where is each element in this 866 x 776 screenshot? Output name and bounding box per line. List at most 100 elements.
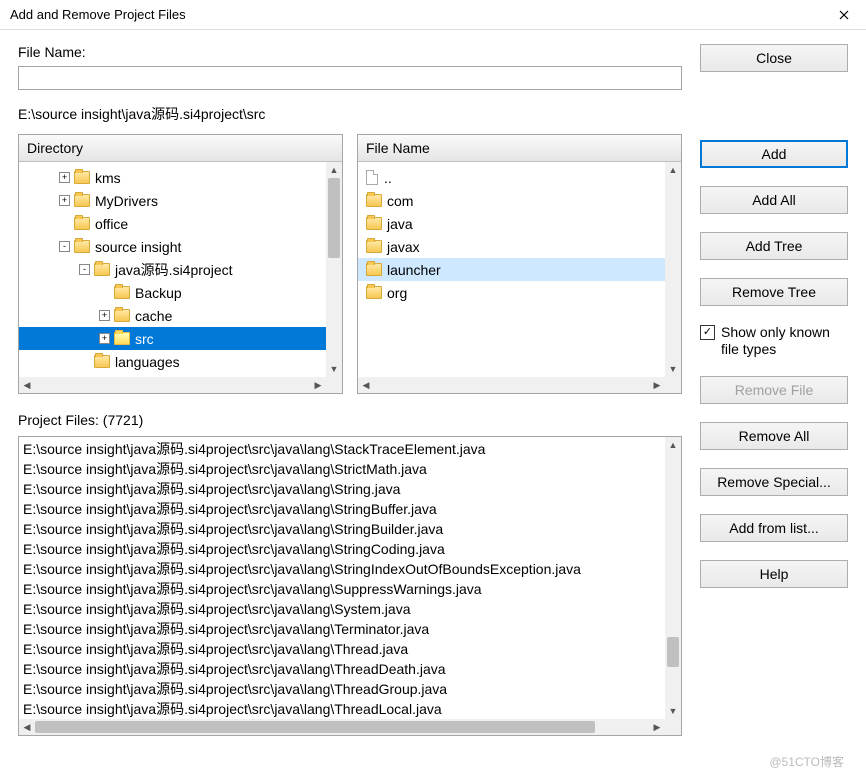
filename-label: File Name:	[18, 44, 682, 60]
project-file-row[interactable]: E:\source insight\java源码.si4project\src\…	[23, 679, 677, 699]
expand-icon[interactable]: +	[59, 195, 70, 206]
close-button[interactable]: Close	[700, 44, 848, 72]
add-all-button[interactable]: Add All	[700, 186, 848, 214]
tree-item[interactable]: Backup	[19, 281, 342, 304]
folder-icon	[366, 194, 382, 207]
scroll-down-icon[interactable]: ▼	[665, 361, 681, 377]
tree-item[interactable]: office	[19, 212, 342, 235]
close-icon[interactable]	[821, 0, 866, 30]
list-item[interactable]: java	[358, 212, 681, 235]
help-button[interactable]: Help	[700, 560, 848, 588]
remove-file-button[interactable]: Remove File	[700, 376, 848, 404]
list-item[interactable]: launcher	[358, 258, 681, 281]
checkbox-label: Show only known file types	[721, 324, 848, 358]
scrollbar-vertical[interactable]: ▲ ▼	[326, 162, 342, 377]
folder-icon	[74, 194, 90, 207]
scroll-left-icon[interactable]: ◀	[19, 377, 35, 393]
project-file-row[interactable]: E:\source insight\java源码.si4project\src\…	[23, 519, 677, 539]
scroll-right-icon[interactable]: ▶	[649, 377, 665, 393]
list-item-label: java	[387, 213, 413, 235]
directory-pane: Directory +kms+MyDriversoffice-source in…	[18, 134, 343, 394]
folder-icon	[114, 286, 130, 299]
tree-item[interactable]: +src	[19, 327, 342, 350]
window-title: Add and Remove Project Files	[10, 7, 186, 22]
project-file-row[interactable]: E:\source insight\java源码.si4project\src\…	[23, 659, 677, 679]
current-path: E:\source insight\java源码.si4project\src	[18, 104, 682, 124]
list-item[interactable]: com	[358, 189, 681, 212]
project-file-row[interactable]: E:\source insight\java源码.si4project\src\…	[23, 639, 677, 659]
scroll-thumb[interactable]	[35, 721, 595, 733]
expand-icon[interactable]: +	[59, 172, 70, 183]
add-tree-button[interactable]: Add Tree	[700, 232, 848, 260]
list-item[interactable]: ..	[358, 166, 681, 189]
scroll-up-icon[interactable]: ▲	[665, 437, 681, 453]
scroll-down-icon[interactable]: ▼	[665, 703, 681, 719]
collapse-icon[interactable]: -	[59, 241, 70, 252]
tree-item[interactable]: + MyDrivers	[19, 189, 342, 212]
scroll-corner	[326, 377, 342, 393]
project-file-row[interactable]: E:\source insight\java源码.si4project\src\…	[23, 479, 677, 499]
show-only-known-checkbox[interactable]: ✓ Show only known file types	[700, 324, 848, 358]
collapse-icon[interactable]: -	[79, 264, 90, 275]
scrollbar-horizontal[interactable]: ◀ ▶	[19, 377, 326, 393]
tree-item[interactable]: - source insight	[19, 235, 342, 258]
remove-special-button[interactable]: Remove Special...	[700, 468, 848, 496]
scroll-thumb[interactable]	[328, 178, 340, 258]
folder-icon	[74, 240, 90, 253]
scrollbar-vertical[interactable]: ▲ ▼	[665, 162, 681, 377]
tree-item-label: cache	[135, 305, 172, 327]
scroll-right-icon[interactable]: ▶	[310, 377, 326, 393]
tree-item-label: MyDrivers	[95, 190, 158, 212]
list-item-label: launcher	[387, 259, 441, 281]
expand-icon[interactable]: +	[99, 310, 110, 321]
add-button[interactable]: Add	[700, 140, 848, 168]
project-file-row[interactable]: E:\source insight\java源码.si4project\src\…	[23, 619, 677, 639]
folder-icon	[114, 332, 130, 345]
scroll-thumb[interactable]	[667, 637, 679, 667]
folder-icon	[94, 263, 110, 276]
folder-icon	[366, 286, 382, 299]
project-file-row[interactable]: E:\source insight\java源码.si4project\src\…	[23, 439, 677, 459]
remove-tree-button[interactable]: Remove Tree	[700, 278, 848, 306]
folder-icon	[74, 217, 90, 230]
folder-icon	[366, 240, 382, 253]
remove-all-button[interactable]: Remove All	[700, 422, 848, 450]
expand-icon[interactable]: +	[99, 333, 110, 344]
list-item-label: javax	[387, 236, 420, 258]
folder-icon	[94, 355, 110, 368]
watermark: @51CTO博客	[769, 753, 844, 770]
project-files-box: E:\source insight\java源码.si4project\src\…	[18, 436, 682, 736]
filename-input[interactable]	[18, 66, 682, 90]
project-file-row[interactable]: E:\source insight\java源码.si4project\src\…	[23, 559, 677, 579]
project-file-row[interactable]: E:\source insight\java源码.si4project\src\…	[23, 539, 677, 559]
project-file-row[interactable]: E:\source insight\java源码.si4project\src\…	[23, 699, 677, 719]
project-file-row[interactable]: E:\source insight\java源码.si4project\src\…	[23, 459, 677, 479]
list-item-label: com	[387, 190, 413, 212]
tree-item[interactable]: languages	[19, 350, 342, 373]
list-item-label: ..	[384, 167, 392, 189]
add-from-list-button[interactable]: Add from list...	[700, 514, 848, 542]
project-file-row[interactable]: E:\source insight\java源码.si4project\src\…	[23, 599, 677, 619]
folder-icon	[74, 171, 90, 184]
scroll-up-icon[interactable]: ▲	[326, 162, 342, 178]
tree-item-label: Backup	[135, 282, 182, 304]
project-file-row[interactable]: E:\source insight\java源码.si4project\src\…	[23, 579, 677, 599]
scrollbar-horizontal[interactable]: ◀ ▶	[358, 377, 665, 393]
tree-item[interactable]: -java源码.si4project	[19, 258, 342, 281]
tree-item[interactable]: +kms	[19, 166, 342, 189]
directory-header: Directory	[19, 135, 342, 162]
folder-icon	[366, 217, 382, 230]
scroll-down-icon[interactable]: ▼	[326, 361, 342, 377]
project-file-row[interactable]: E:\source insight\java源码.si4project\src\…	[23, 499, 677, 519]
list-item[interactable]: javax	[358, 235, 681, 258]
scroll-right-icon[interactable]: ▶	[649, 719, 665, 735]
scroll-left-icon[interactable]: ◀	[19, 719, 35, 735]
checkbox-icon[interactable]: ✓	[700, 325, 715, 340]
tree-item-label: source insight	[95, 236, 181, 258]
scroll-up-icon[interactable]: ▲	[665, 162, 681, 178]
scrollbar-horizontal[interactable]: ◀ ▶	[19, 719, 665, 735]
tree-item[interactable]: + cache	[19, 304, 342, 327]
scroll-left-icon[interactable]: ◀	[358, 377, 374, 393]
list-item[interactable]: org	[358, 281, 681, 304]
scrollbar-vertical[interactable]: ▲ ▼	[665, 437, 681, 719]
